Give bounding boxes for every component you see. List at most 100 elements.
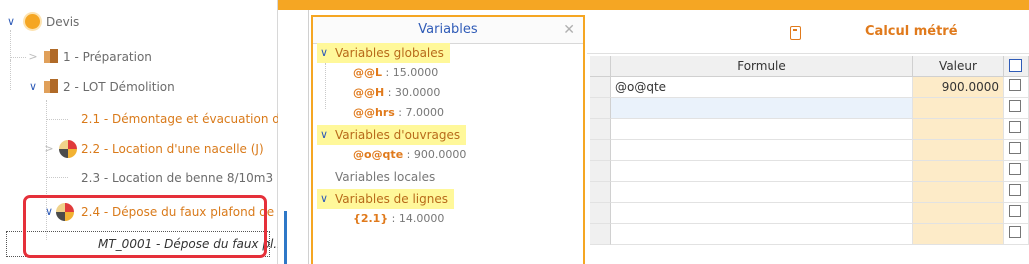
tree-node-label: 2.1 - Démontage et évacuation d... [81, 112, 292, 126]
row-checkbox[interactable] [1009, 142, 1021, 154]
row-checkbox[interactable] [1009, 163, 1021, 175]
variable-name: {2.1} [353, 212, 389, 225]
chevron-right-icon[interactable]: > [44, 143, 54, 154]
chevron-down-icon[interactable]: ∨ [320, 189, 328, 209]
tree-node-2-1[interactable]: 2.1 - Démontage et évacuation d... [0, 104, 291, 134]
formula-cell[interactable]: @o@qte [611, 77, 913, 98]
tree-node-label: 2 - LOT Démolition [63, 80, 175, 94]
variable-value: : 14.0000 [388, 212, 445, 225]
group-variables-globales[interactable]: ∨ Variables globales [317, 43, 450, 63]
column-header-valeur[interactable]: Valeur [913, 56, 1004, 77]
formula-cell[interactable] [611, 140, 913, 161]
calcul-metre-title[interactable]: Calcul métré [865, 24, 958, 39]
calculator-icon[interactable] [790, 26, 801, 40]
variable-item[interactable]: @@L : 15.0000 [353, 63, 438, 83]
group-variables-ouvrages[interactable]: ∨ Variables d'ouvrages [317, 125, 467, 145]
value-cell[interactable] [913, 224, 1004, 245]
row-checkbox[interactable] [1009, 226, 1021, 238]
value-cell[interactable] [913, 161, 1004, 182]
row-selector[interactable] [590, 119, 611, 140]
tree-node-label: 2.2 - Location d'une nacelle (J) [81, 142, 264, 156]
row-selector[interactable] [590, 98, 611, 119]
top-bar [278, 0, 1029, 10]
check-cell [1004, 140, 1029, 161]
variable-value: : 30.0000 [384, 86, 441, 99]
variable-name: @o@qte [353, 148, 404, 161]
column-header-formule[interactable]: Formule [611, 56, 913, 77]
variable-name: @@H [353, 86, 385, 99]
check-cell [1004, 119, 1029, 140]
variables-panel-title: Variables [418, 22, 478, 37]
chevron-down-icon[interactable]: ∨ [320, 43, 328, 63]
row-selector[interactable] [590, 203, 611, 224]
check-cell [1004, 77, 1029, 98]
tree-node-label: Devis [46, 15, 80, 29]
formula-cell[interactable] [611, 182, 913, 203]
value-cell[interactable] [913, 119, 1004, 140]
row-selector-header [590, 56, 611, 77]
variable-name: @@hrs [353, 106, 395, 119]
value-cell[interactable] [913, 203, 1004, 224]
variable-name: @@L [353, 66, 383, 79]
row-selector[interactable] [590, 140, 611, 161]
variable-item[interactable]: @@hrs : 7.0000 [353, 103, 444, 123]
row-checkbox[interactable] [1009, 184, 1021, 196]
group-variables-locales[interactable]: Variables locales [335, 167, 435, 187]
variables-panel-header: Variables ✕ [313, 17, 583, 44]
side-strip-marker [284, 211, 287, 264]
row-checkbox[interactable] [1009, 100, 1021, 112]
value-cell[interactable] [913, 182, 1004, 203]
tree-node-devis[interactable]: ∨ Devis [0, 7, 277, 37]
devis-icon [25, 14, 40, 29]
tree-connector [325, 63, 326, 109]
tree-node-lot-demolition[interactable]: ∨ 2 - LOT Démolition [0, 72, 277, 102]
variable-item[interactable]: {2.1} : 14.0000 [353, 209, 444, 229]
variable-value: : 7.0000 [394, 106, 445, 119]
tree-node-label: 1 - Préparation [63, 50, 152, 64]
tree-node-2-2[interactable]: > 2.2 - Location d'une nacelle (J) [0, 134, 277, 164]
check-cell [1004, 182, 1029, 203]
row-checkbox[interactable] [1009, 121, 1021, 133]
check-cell [1004, 203, 1029, 224]
check-cell [1004, 98, 1029, 119]
row-selector[interactable] [590, 161, 611, 182]
group-label: Variables de lignes [335, 192, 448, 206]
tree-node-label: 2.3 - Location de benne 8/10m3 ... [81, 171, 289, 185]
chevron-down-icon[interactable]: ∨ [28, 81, 38, 92]
tree-node-preparation[interactable]: > 1 - Préparation [0, 42, 277, 72]
chevron-right-icon[interactable]: > [28, 51, 38, 62]
close-icon[interactable]: ✕ [563, 17, 575, 43]
value-cell[interactable]: 900.0000 [913, 77, 1004, 98]
highlight-box [23, 195, 267, 258]
check-cell [1004, 224, 1029, 245]
ouvrage-icon [59, 140, 77, 158]
select-all-checkbox[interactable] [1009, 59, 1022, 72]
formula-cell[interactable] [611, 203, 913, 224]
calcul-metre-header: Calcul métré [587, 15, 1029, 54]
variable-item[interactable]: @@H : 30.0000 [353, 83, 440, 103]
row-selector[interactable] [590, 77, 611, 98]
group-label: Variables d'ouvrages [335, 128, 461, 142]
row-selector[interactable] [590, 224, 611, 245]
row-selector[interactable] [590, 182, 611, 203]
group-variables-lignes[interactable]: ∨ Variables de lignes [317, 189, 454, 209]
formula-cell[interactable] [611, 119, 913, 140]
variable-value: : 15.0000 [382, 66, 439, 79]
lot-folder-icon [44, 49, 58, 63]
variables-panel: Variables ✕ ∨ Variables globales @@L : 1… [311, 15, 585, 264]
lot-folder-icon [44, 79, 58, 93]
value-cell[interactable] [913, 98, 1004, 119]
value-cell[interactable] [913, 140, 1004, 161]
formula-cell[interactable] [611, 224, 913, 245]
variable-value: : 900.0000 [403, 148, 467, 161]
chevron-down-icon[interactable]: ∨ [320, 125, 328, 145]
variable-item[interactable]: @o@qte : 900.0000 [353, 145, 466, 165]
check-cell [1004, 161, 1029, 182]
row-checkbox[interactable] [1009, 79, 1021, 91]
formula-cell[interactable] [611, 98, 913, 119]
row-checkbox[interactable] [1009, 205, 1021, 217]
formula-cell[interactable] [611, 161, 913, 182]
project-tree: ∨ Devis > 1 - Préparation ∨ 2 - LOT Démo… [0, 0, 291, 264]
chevron-down-icon[interactable]: ∨ [6, 16, 16, 27]
tree-node-2-3[interactable]: 2.3 - Location de benne 8/10m3 ... [0, 163, 288, 193]
